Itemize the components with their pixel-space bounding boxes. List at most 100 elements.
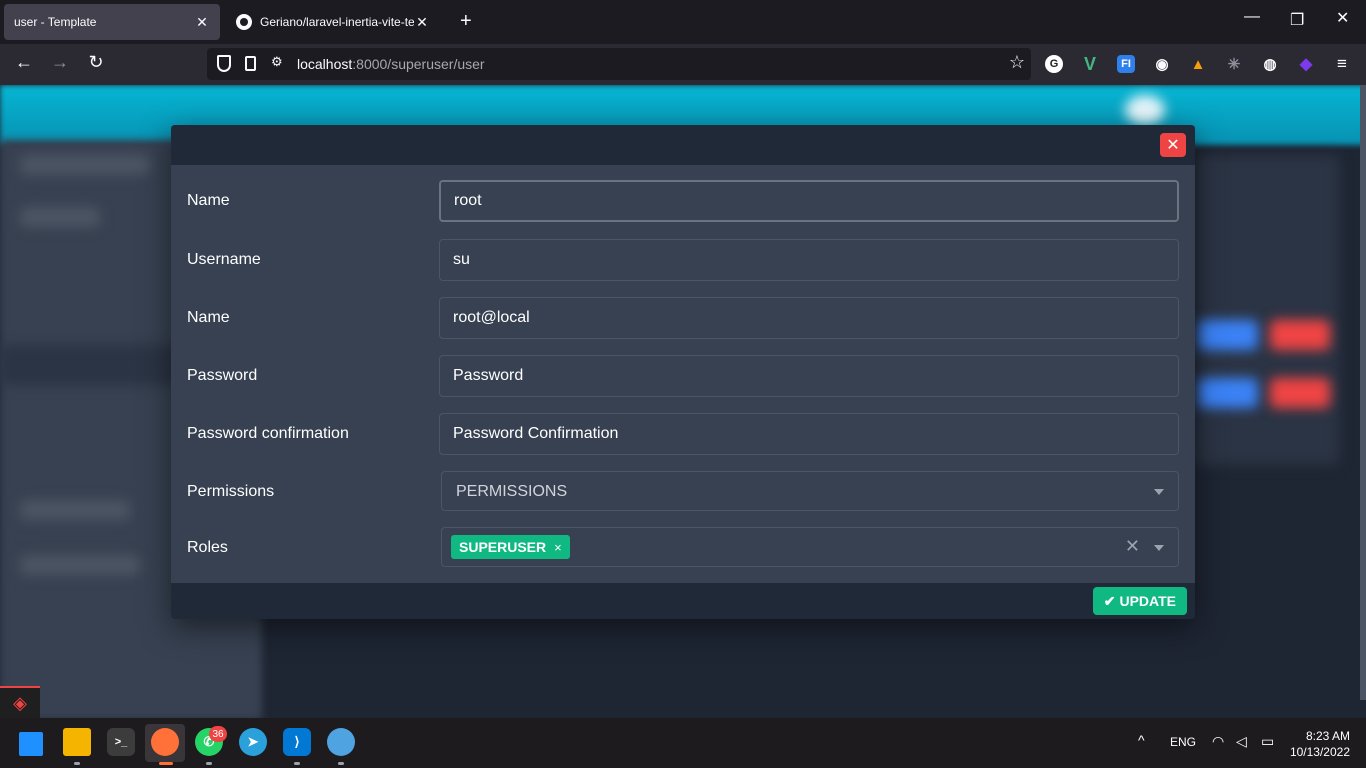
field-label: Name (187, 192, 230, 209)
tab-user-template[interactable]: user - Template ✕ (4, 4, 220, 40)
sidebar-item (20, 500, 130, 520)
shield-icon[interactable] (217, 55, 231, 72)
back-icon[interactable]: ← (12, 52, 36, 73)
form-row-password: Password (171, 355, 1195, 397)
vscode-icon[interactable]: ⟩ (283, 728, 311, 756)
password-input[interactable] (439, 355, 1179, 397)
form-row-permissions: Permissions PERMISSIONS (171, 471, 1195, 513)
fox-extension-icon[interactable]: ▲ (1189, 55, 1207, 73)
password-confirmation-input[interactable] (439, 413, 1179, 455)
firefox-icon[interactable] (151, 728, 179, 756)
edit-button (1198, 320, 1258, 350)
battery-icon[interactable]: ▭ (1261, 733, 1274, 750)
sidebar-item (20, 555, 140, 575)
update-button-label: UPDATE (1119, 593, 1176, 609)
bookmark-star-icon[interactable]: ☆ (1009, 52, 1025, 73)
laravel-icon[interactable]: ◈ (0, 686, 40, 718)
field-label: Permissions (187, 483, 275, 500)
field-label: Username (187, 251, 261, 268)
running-indicator (74, 762, 80, 765)
permissions-icon[interactable]: ⚙ (271, 54, 283, 70)
select-placeholder: PERMISSIONS (456, 483, 568, 500)
volume-icon[interactable]: ◁ (1236, 733, 1247, 750)
delete-button (1270, 378, 1330, 408)
vue-devtools-icon[interactable]: V (1081, 54, 1099, 74)
role-tag-label: SUPERUSER (459, 539, 547, 555)
modal-header: ✕ (171, 125, 1195, 165)
chevron-down-icon[interactable] (1154, 545, 1164, 551)
table-panel (1195, 155, 1340, 465)
tab-close-icon[interactable]: ✕ (414, 14, 430, 31)
form-row-email: Name (171, 297, 1195, 339)
system-clock[interactable]: 8:23 AM 10/13/2022 (1290, 728, 1350, 760)
avatar (1125, 95, 1165, 125)
clear-selection-icon[interactable]: ✕ (1125, 536, 1140, 557)
fi-extension-icon[interactable]: FI (1117, 55, 1135, 73)
update-button[interactable]: ✔ UPDATE (1092, 587, 1187, 615)
windows-taskbar: >_ ✆ 36 ➤ ⟩ ^ ENG ◠ ◁ ▭ 8:23 AM 10/13/20… (0, 718, 1366, 768)
roles-select[interactable]: SUPERUSER × ✕ (441, 527, 1179, 567)
name-input[interactable] (439, 180, 1179, 222)
edit-button (1198, 378, 1258, 408)
sidebar-item (20, 155, 150, 175)
tab-github[interactable]: Geriano/laravel-inertia-vite-tem ✕ (226, 4, 440, 40)
field-label: Password confirmation (187, 425, 349, 442)
grammarly-extension-icon[interactable]: G (1045, 55, 1063, 73)
form-row-username: Username (171, 239, 1195, 281)
terminal-icon[interactable]: >_ (107, 728, 135, 756)
check-icon: ✔ (1103, 592, 1116, 609)
page-scrollbar[interactable] (1360, 85, 1366, 700)
remove-tag-icon[interactable]: × (554, 540, 562, 555)
cookie-icon[interactable]: ◉ (1153, 55, 1171, 73)
running-indicator (338, 762, 344, 765)
tab-title: user - Template (14, 15, 97, 29)
restore-icon[interactable]: ❐ (1290, 10, 1304, 30)
reload-icon[interactable]: ↻ (84, 52, 108, 73)
running-indicator (294, 762, 300, 765)
clock-date: 10/13/2022 (1289, 745, 1350, 759)
telegram-icon[interactable]: ➤ (239, 728, 267, 756)
chevron-up-icon[interactable]: ^ (1138, 732, 1145, 748)
app-globe-icon[interactable] (327, 728, 355, 756)
tab-title: Geriano/laravel-inertia-vite-tem (260, 15, 414, 29)
close-icon: ✕ (1166, 137, 1180, 154)
form-row-password-confirmation: Password confirmation (171, 413, 1195, 455)
wifi-icon[interactable]: ◠ (1212, 733, 1224, 750)
form-row-roles: Roles SUPERUSER × ✕ (171, 527, 1195, 569)
field-label: Password (187, 367, 258, 384)
field-label: Name (187, 309, 230, 326)
page-icon (245, 56, 256, 71)
tab-close-icon[interactable]: ✕ (194, 14, 210, 31)
minimize-icon[interactable]: — (1244, 8, 1260, 26)
chevron-down-icon[interactable] (1154, 489, 1164, 495)
browser-tabbar: user - Template ✕ Geriano/laravel-inerti… (0, 0, 1366, 44)
globe-icon[interactable]: ◍ (1261, 55, 1279, 73)
file-explorer-icon[interactable] (63, 728, 91, 756)
modal-footer: ✔ UPDATE (171, 583, 1195, 619)
new-tab-icon[interactable]: + (460, 10, 472, 33)
field-label: Roles (187, 539, 228, 556)
diamond-extension-icon[interactable]: ◆ (1297, 55, 1315, 73)
sidebar-item (20, 207, 100, 227)
running-indicator (206, 762, 212, 765)
delete-button (1270, 320, 1330, 350)
running-indicator (159, 762, 173, 765)
language-indicator[interactable]: ENG (1170, 735, 1196, 749)
url-bar[interactable]: ⚙ localhost:8000/superuser/user ☆ (207, 48, 1031, 80)
username-input[interactable] (439, 239, 1179, 281)
modal-close-button[interactable]: ✕ (1160, 133, 1186, 157)
window-close-icon[interactable]: ✕ (1336, 8, 1349, 28)
permissions-select[interactable]: PERMISSIONS (441, 471, 1179, 511)
email-input[interactable] (439, 297, 1179, 339)
clock-time: 8:23 AM (1305, 729, 1350, 743)
forward-icon[interactable]: → (48, 52, 72, 73)
notification-badge: 36 (209, 726, 227, 742)
windows-start-icon[interactable] (19, 732, 43, 756)
browser-navbar: ← → ↻ ⚙ localhost:8000/superuser/user ☆ … (0, 44, 1366, 85)
form-row-name: Name (171, 180, 1195, 222)
github-icon (236, 14, 252, 30)
bug-icon[interactable]: ✳ (1225, 55, 1243, 73)
menu-icon[interactable]: ≡ (1333, 54, 1351, 73)
url-text[interactable]: localhost:8000/superuser/user (297, 56, 485, 72)
edit-user-modal: ✕ Name Username Name Password Password c… (171, 125, 1195, 619)
